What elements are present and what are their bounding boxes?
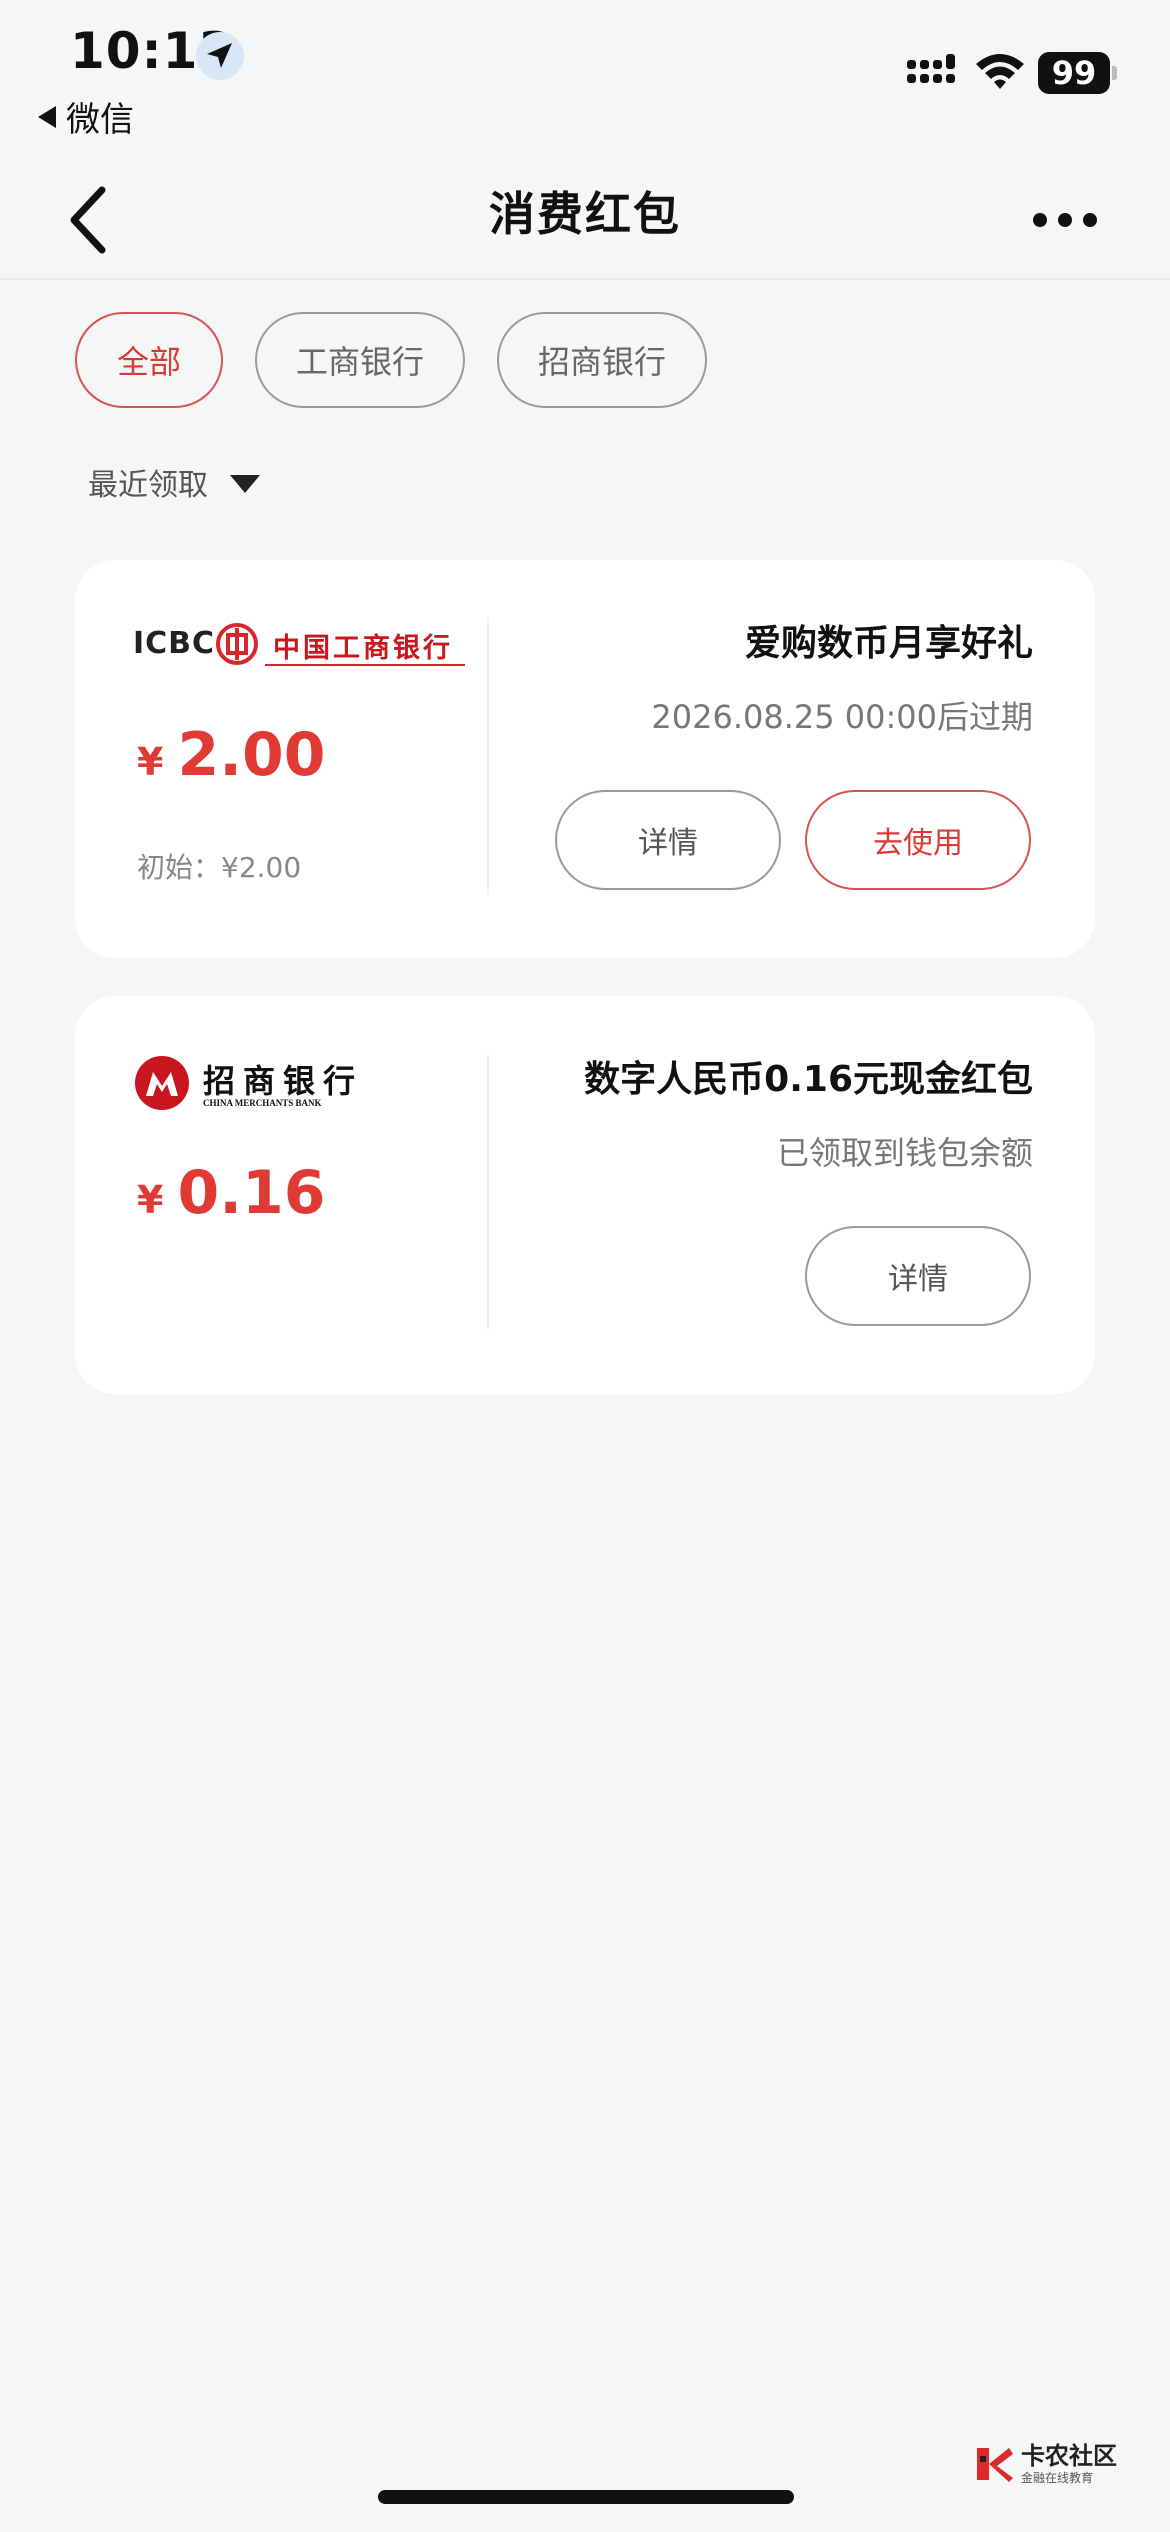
caret-down-icon (230, 475, 260, 493)
red-packet-card: ICBC 中国工商银行 ¥ 2.00 初始：¥2.00 爱购数币月享好礼 202… (75, 560, 1095, 958)
home-indicator[interactable] (378, 2490, 794, 2504)
chip-all[interactable]: 全部 (75, 312, 223, 408)
chip-cmb[interactable]: 招商银行 (497, 312, 707, 408)
currency-symbol: ¥ (137, 1178, 164, 1222)
promo-title: 爱购数币月享好礼 (744, 623, 1033, 664)
nav-bar: 消费红包 (0, 160, 1170, 280)
cmb-logo: 招商银行 CHINA MERCHANTS BANK (133, 1054, 355, 1120)
watermark: 卡农社区 金融在线教育 (975, 2444, 1117, 2484)
sort-dropdown[interactable]: 最近领取 (88, 460, 260, 504)
bank-filter-chips: 全部 工商银行 招商银行 (75, 312, 707, 408)
icbc-bank-name: 中国工商银行 (273, 633, 453, 664)
use-button[interactable]: 去使用 (805, 790, 1031, 890)
status-text: 已领取到钱包余额 (776, 1134, 1033, 1172)
icbc-logo: ICBC 中国工商银行 (133, 620, 473, 674)
signal-icon (907, 54, 955, 83)
back-to-wechat[interactable]: 微信 (38, 92, 134, 141)
amount: ¥ 0.16 (137, 1158, 326, 1228)
icbc-abbr: ICBC (133, 626, 216, 661)
amount-value: 2.00 (177, 720, 326, 790)
battery-tip (1112, 66, 1117, 80)
back-app-label: 微信 (66, 100, 134, 140)
cmb-logo-graphic (135, 1056, 189, 1110)
red-packet-card: 招商银行 CHINA MERCHANTS BANK ¥ 0.16 数字人民币0.… (75, 996, 1095, 1394)
card-divider (487, 618, 489, 894)
status-bar: 10:13 微信 99 (0, 0, 1170, 150)
currency-symbol: ¥ (137, 740, 164, 784)
amount-value: 0.16 (177, 1158, 326, 1228)
expiry-text: 2026.08.25 00:00后过期 (651, 698, 1033, 736)
cmb-bank-name: 招商银行 (203, 1062, 364, 1100)
details-button[interactable]: 详情 (805, 1226, 1031, 1326)
location-arrow-icon (196, 32, 244, 80)
battery-indicator: 99 (1038, 52, 1110, 94)
page-title: 消费红包 (489, 187, 681, 241)
wifi-icon (976, 54, 1024, 89)
watermark-subtext: 金融在线教育 (1021, 2471, 1094, 2485)
initial-amount: 初始：¥2.00 (137, 851, 302, 884)
cmb-bank-english: CHINA MERCHANTS BANK (203, 1098, 322, 1108)
watermark-logo-icon (977, 2448, 1013, 2482)
sort-label: 最近领取 (88, 468, 208, 503)
details-button[interactable]: 详情 (555, 790, 781, 890)
amount: ¥ 2.00 (137, 720, 326, 790)
chip-icbc[interactable]: 工商银行 (255, 312, 465, 408)
back-triangle-icon (38, 105, 56, 128)
more-options-icon[interactable] (1030, 200, 1100, 240)
card-divider (487, 1054, 489, 1330)
promo-title: 数字人民币0.16元现金红包 (584, 1059, 1033, 1100)
watermark-text: 卡农社区 (1021, 2442, 1117, 2470)
